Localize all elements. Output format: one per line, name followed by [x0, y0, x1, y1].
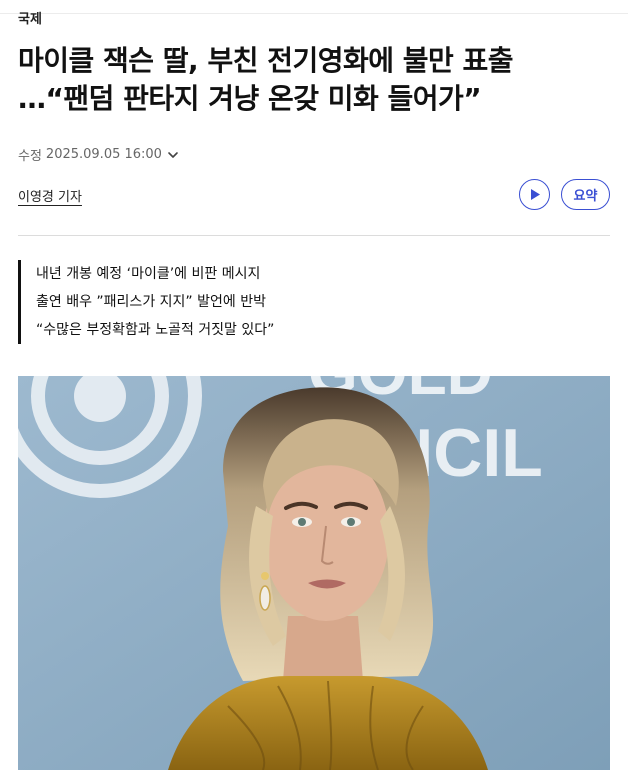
subheadline-item: 내년 개봉 예정 ‘마이클’에 비판 메시지: [36, 266, 261, 282]
section-label[interactable]: 국제: [18, 8, 42, 27]
subheadline-item: “수많은 부정확함과 노골적 거짓말 있다”: [36, 322, 275, 338]
listen-button[interactable]: [519, 179, 550, 210]
play-icon: [530, 189, 540, 200]
chevron-down-icon[interactable]: [166, 148, 180, 162]
article-photo[interactable]: GOLD COUNCIL: [18, 376, 610, 770]
divider: [18, 235, 610, 236]
modified-label: 수정: [18, 149, 42, 164]
subheadline-item: 출연 배우 ”패리스가 지지” 발언에 반박: [36, 294, 266, 310]
article-meta: 수정 2025.09.05 16:00: [18, 145, 180, 164]
top-rule: [0, 13, 628, 14]
headline: 마이클 잭슨 딸, 부친 전기영화에 불만 표출 …“팬덤 판타지 겨냥 온갖 …: [18, 42, 613, 118]
author-byline[interactable]: 이영경 기자: [18, 186, 82, 205]
headline-line-1: 마이클 잭슨 딸, 부친 전기영화에 불만 표출: [18, 44, 514, 77]
headline-line-2: …“팬덤 판타지 겨냥 온갖 미화 들어가”: [18, 82, 482, 115]
summary-button[interactable]: 요약: [561, 179, 610, 210]
modified-timestamp: 2025.09.05 16:00: [45, 147, 162, 162]
subheadline-list: 내년 개봉 예정 ‘마이클’에 비판 메시지 출연 배우 ”패리스가 지지” 발…: [18, 260, 274, 344]
